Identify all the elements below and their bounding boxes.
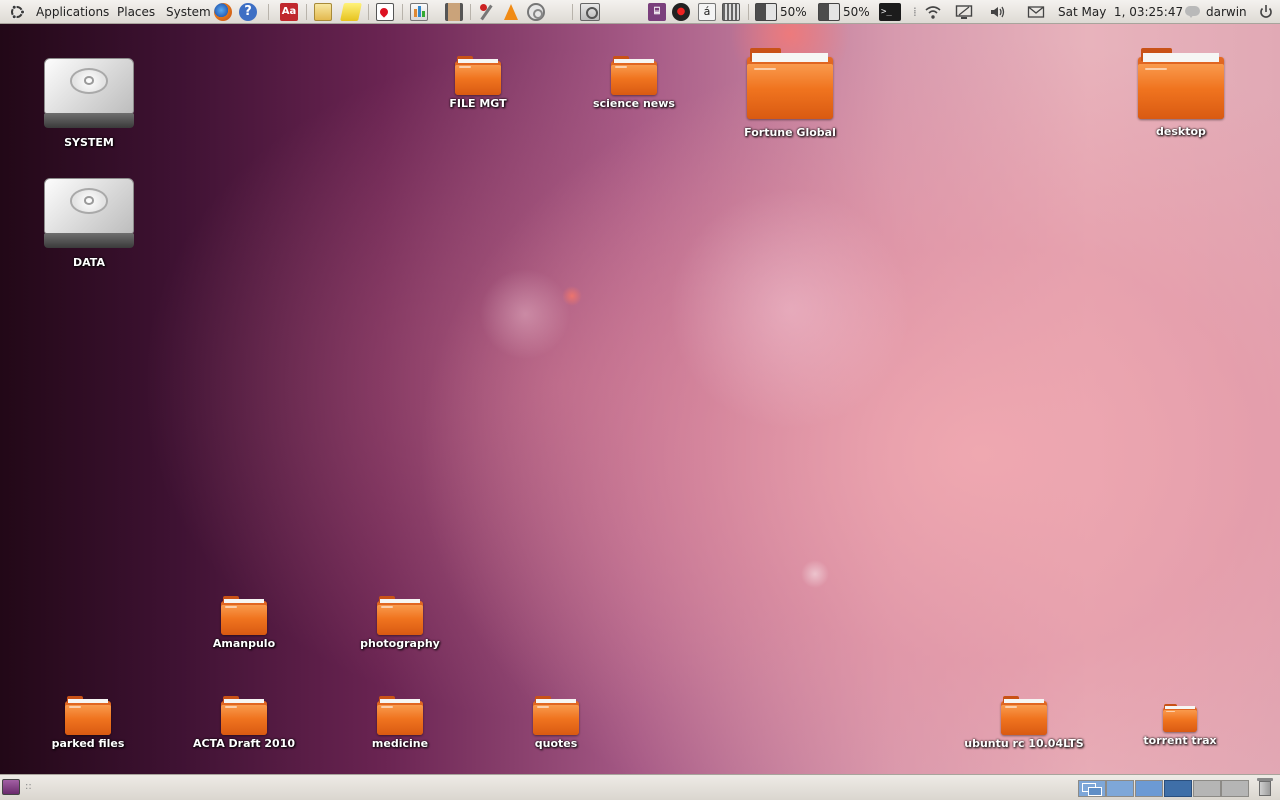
desktop-icon-label: SYSTEM — [64, 136, 114, 149]
folder-icon — [65, 695, 111, 735]
desktop-icon-label: Amanpulo — [212, 637, 276, 650]
display-icon[interactable] — [955, 3, 973, 21]
panel-separator — [306, 4, 307, 20]
film-icon[interactable] — [445, 3, 463, 21]
hard-drive-icon — [44, 178, 134, 248]
workspace-2[interactable] — [1106, 780, 1134, 797]
desktop-icon-label: torrent trax — [1143, 734, 1217, 747]
desktop-wallpaper — [0, 24, 1280, 774]
folder-icon — [455, 55, 501, 95]
files-icon[interactable] — [314, 3, 332, 21]
desktop-icon-label: quotes — [534, 737, 578, 750]
desktop-icon-quotes[interactable]: quotes — [533, 695, 579, 751]
mail-icon[interactable] — [1027, 3, 1045, 21]
panel-separator — [572, 4, 573, 20]
vlc-icon[interactable] — [502, 3, 520, 21]
desktop-icon-label: parked files — [51, 737, 125, 750]
desktop-icon-ubuntu-rc[interactable]: ubuntu rc 10.04LTS — [964, 695, 1084, 751]
wifi-icon[interactable] — [924, 3, 942, 21]
desktop-icon-label: ubuntu rc 10.04LTS — [964, 737, 1084, 750]
calculator-icon[interactable] — [722, 3, 740, 21]
desktop-icon-label: FILE MGT — [449, 97, 507, 110]
hard-drive-icon — [44, 58, 134, 128]
desktop-icon-acta-draft-2010[interactable]: ACTA Draft 2010 — [193, 695, 295, 751]
folder-icon — [377, 595, 423, 635]
workspace-1[interactable] — [1078, 780, 1106, 797]
panel-handle: ⁞ — [913, 5, 917, 19]
desktop-icon-parked-files[interactable]: parked files — [52, 695, 124, 751]
battery-icon[interactable] — [755, 3, 777, 21]
panel-separator — [748, 4, 749, 20]
workspace-4[interactable] — [1164, 780, 1192, 797]
folder-icon[interactable] — [340, 3, 362, 21]
dictionary-icon[interactable]: Aa — [280, 3, 298, 21]
panel-separator — [470, 4, 471, 20]
desktop-icon-label: DATA — [73, 256, 105, 269]
places-menu[interactable]: Places — [117, 0, 155, 24]
system-monitor-icon[interactable]: ⌸ — [648, 3, 666, 21]
workspace-6[interactable] — [1221, 780, 1249, 797]
desktop-icon-amanpulo[interactable]: Amanpulo — [213, 595, 275, 651]
desktop-icon-data[interactable]: DATA — [44, 178, 134, 269]
desktop-icon-label: science news — [593, 97, 675, 110]
desktop-icon-photography[interactable]: photography — [360, 595, 440, 651]
top-panel: Applications Places System ? Aa ⌸ ● á 50… — [0, 0, 1280, 24]
firefox-icon[interactable] — [214, 3, 232, 21]
speaker-icon[interactable] — [527, 3, 545, 21]
desktop-icon-torrent-trax[interactable]: torrent trax — [1143, 703, 1217, 749]
battery-percent: 50% — [843, 5, 870, 19]
ubuntu-logo-icon[interactable] — [8, 0, 28, 24]
desktop-icon-desktop[interactable]: desktop — [1138, 47, 1224, 139]
folder-icon — [611, 55, 657, 95]
clock[interactable]: Sat May 1, 03:25:47 — [1058, 0, 1183, 24]
bottom-panel: :: — [0, 774, 1280, 800]
applications-menu[interactable]: Applications — [36, 0, 109, 24]
folder-icon — [221, 595, 267, 635]
cards-game-icon[interactable] — [376, 3, 394, 21]
desktop-icon-medicine[interactable]: medicine — [372, 695, 428, 751]
folder-icon — [221, 695, 267, 735]
tools-icon[interactable] — [477, 3, 495, 21]
power-icon[interactable] — [1257, 3, 1275, 21]
folder-icon — [747, 47, 833, 119]
folder-icon — [1001, 695, 1047, 735]
desktop-icon-system[interactable]: SYSTEM — [44, 58, 134, 149]
system-menu[interactable]: System — [166, 0, 211, 24]
desktop-icon-label: Fortune Global — [744, 126, 836, 139]
workspace-5[interactable] — [1193, 780, 1221, 797]
battery-icon[interactable] — [818, 3, 840, 21]
desktop-icon-label: ACTA Draft 2010 — [192, 737, 296, 750]
chat-status-icon[interactable] — [1184, 3, 1202, 21]
presentation-icon[interactable] — [410, 3, 428, 21]
record-icon[interactable]: ● — [672, 3, 690, 21]
help-icon[interactable]: ? — [239, 3, 257, 21]
desktop-icon-label: medicine — [371, 737, 429, 750]
desktop-icon-label: desktop — [1156, 125, 1206, 138]
desktop-icon-file-mgt[interactable]: FILE MGT — [449, 55, 507, 111]
panel-separator — [402, 4, 403, 20]
folder-icon — [1138, 47, 1224, 119]
workspace-3[interactable] — [1135, 780, 1163, 797]
panel-separator — [368, 4, 369, 20]
folder-icon — [377, 695, 423, 735]
show-desktop-icon[interactable] — [2, 779, 20, 795]
desktop-icon-fortune-global[interactable]: Fortune Global — [744, 47, 836, 139]
panel-separator — [268, 4, 269, 20]
folder-icon — [533, 695, 579, 735]
screenshot-icon[interactable] — [580, 3, 600, 21]
panel-handle: :: — [25, 781, 32, 792]
battery-percent: 50% — [780, 5, 807, 19]
desktop-icon-label: photography — [360, 637, 440, 650]
volume-icon[interactable] — [989, 3, 1007, 21]
folder-icon — [1163, 703, 1197, 732]
desktop-icon-science-news[interactable]: science news — [593, 55, 675, 111]
character-map-icon[interactable]: á — [698, 3, 716, 21]
terminal-icon[interactable]: >_ — [879, 3, 901, 21]
trash-icon[interactable] — [1257, 778, 1273, 797]
user-menu[interactable]: darwin — [1206, 0, 1247, 24]
